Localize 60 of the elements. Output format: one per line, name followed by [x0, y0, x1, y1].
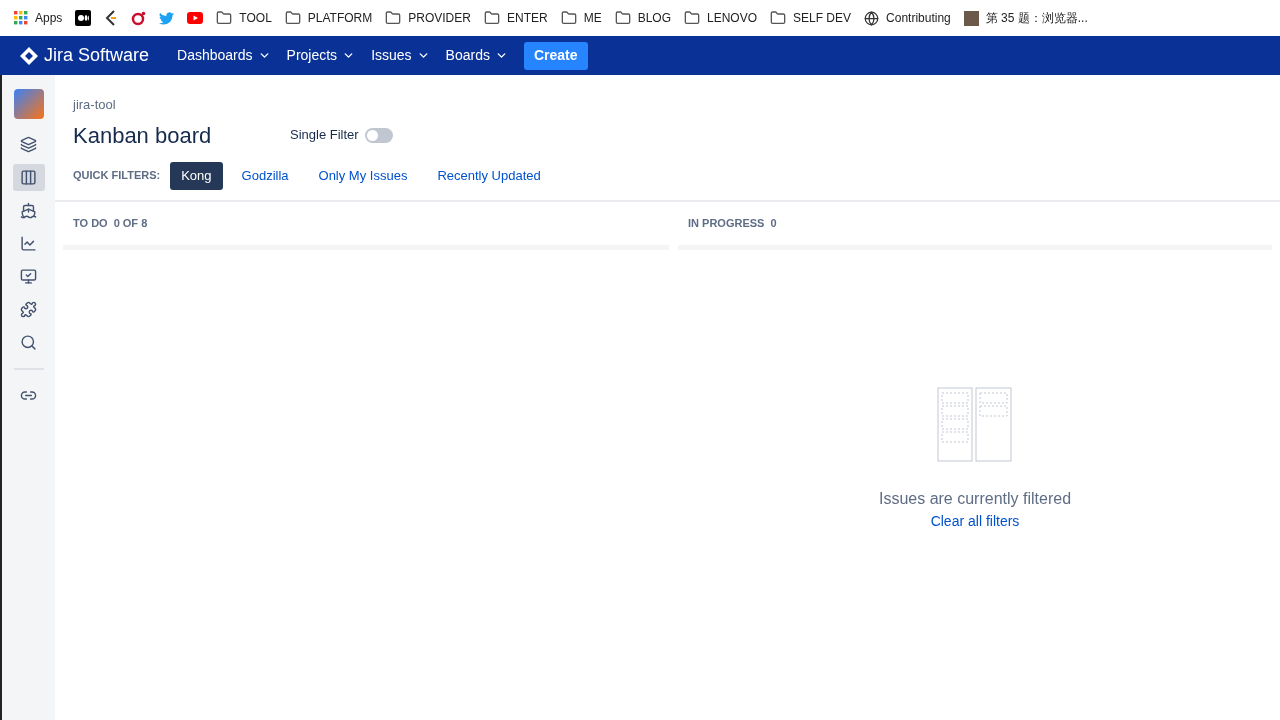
quick-filters-label: QUICK FILTERS:: [73, 168, 161, 184]
nav-menu-button[interactable]: Issues: [363, 39, 438, 72]
folder-icon: [614, 10, 631, 26]
quick-filter-button[interactable]: Kong: [170, 161, 223, 190]
columns-icon: [20, 169, 37, 186]
monitor-check-icon: [20, 268, 37, 285]
nav-menu-button[interactable]: Dashboards: [169, 39, 279, 72]
folder-icon: [483, 10, 500, 26]
toggle-label: Single Filter: [290, 126, 359, 145]
bookmark-link[interactable]: PLATFORM: [284, 9, 373, 27]
bookmark-link[interactable]: SELF DEV: [770, 9, 852, 27]
brand-name[interactable]: Jira Software: [44, 42, 150, 69]
nav-menu-button[interactable]: Boards: [437, 39, 516, 72]
quick-filter-button[interactable]: Only My Issues: [307, 161, 419, 190]
ship-icon: [20, 202, 37, 219]
chevron-logo-icon: [104, 10, 119, 26]
project-avatar[interactable]: [13, 89, 44, 119]
bookmark-link[interactable]: PROVIDER: [385, 9, 471, 27]
folder-icon: [385, 10, 402, 26]
bookmark-link[interactable]: BLOG: [614, 9, 671, 27]
breadcrumb[interactable]: jira-tool: [73, 95, 1262, 115]
quick-filter-button[interactable]: Godzilla: [230, 161, 300, 190]
column-name: IN PROGRESS: [688, 215, 765, 231]
puzzle-icon: [20, 301, 37, 318]
circles-logo-icon: [75, 10, 92, 26]
sidebar-nav-button[interactable]: [12, 164, 45, 191]
bookmark-link[interactable]: Contributing: [864, 9, 951, 27]
quick-filter-button[interactable]: Recently Updated: [426, 161, 552, 190]
issue-count: 0: [770, 215, 777, 231]
toggle-switch[interactable]: [364, 127, 393, 143]
create-button[interactable]: Create: [523, 41, 588, 70]
bird-icon: [159, 11, 175, 25]
bookmark-link[interactable]: ME: [560, 9, 602, 27]
folder-icon: [770, 10, 786, 26]
bookmark-link[interactable]: 第 35 题：浏览器...: [963, 9, 1088, 27]
stacked-layers-icon: [20, 136, 37, 153]
bookmark-link[interactable]: Apps: [14, 9, 63, 27]
folder-icon: [684, 10, 700, 26]
photo-placeholder: [963, 10, 979, 26]
bookmark-link[interactable]: [75, 10, 92, 26]
issue-count: 0 OF 8: [113, 215, 148, 231]
line-chart-icon: [20, 235, 37, 252]
bookmark-link[interactable]: [104, 10, 119, 26]
ring-logo-icon: [131, 10, 147, 26]
nav-menu-button[interactable]: Projects: [278, 39, 364, 72]
clear-filters-link[interactable]: Clear all filters: [930, 510, 1020, 532]
apps-grid-icon: [14, 11, 28, 25]
diamond-logo-icon: [20, 46, 38, 65]
empty-state-message: Issues are currently filtered: [878, 488, 1072, 509]
folder-icon: [284, 10, 301, 26]
folder-icon: [560, 10, 577, 26]
folder-icon: [216, 10, 233, 26]
board-title: Kanban board: [73, 121, 213, 150]
globe-icon: [864, 10, 880, 26]
play-logo-icon: [187, 12, 204, 24]
bookmark-link[interactable]: TOOL: [216, 9, 272, 27]
search-icon: [20, 334, 37, 351]
bookmark-link[interactable]: LENOVO: [684, 9, 757, 27]
column-name: TO DO: [73, 215, 108, 231]
bookmark-link[interactable]: ENTER: [483, 9, 548, 27]
